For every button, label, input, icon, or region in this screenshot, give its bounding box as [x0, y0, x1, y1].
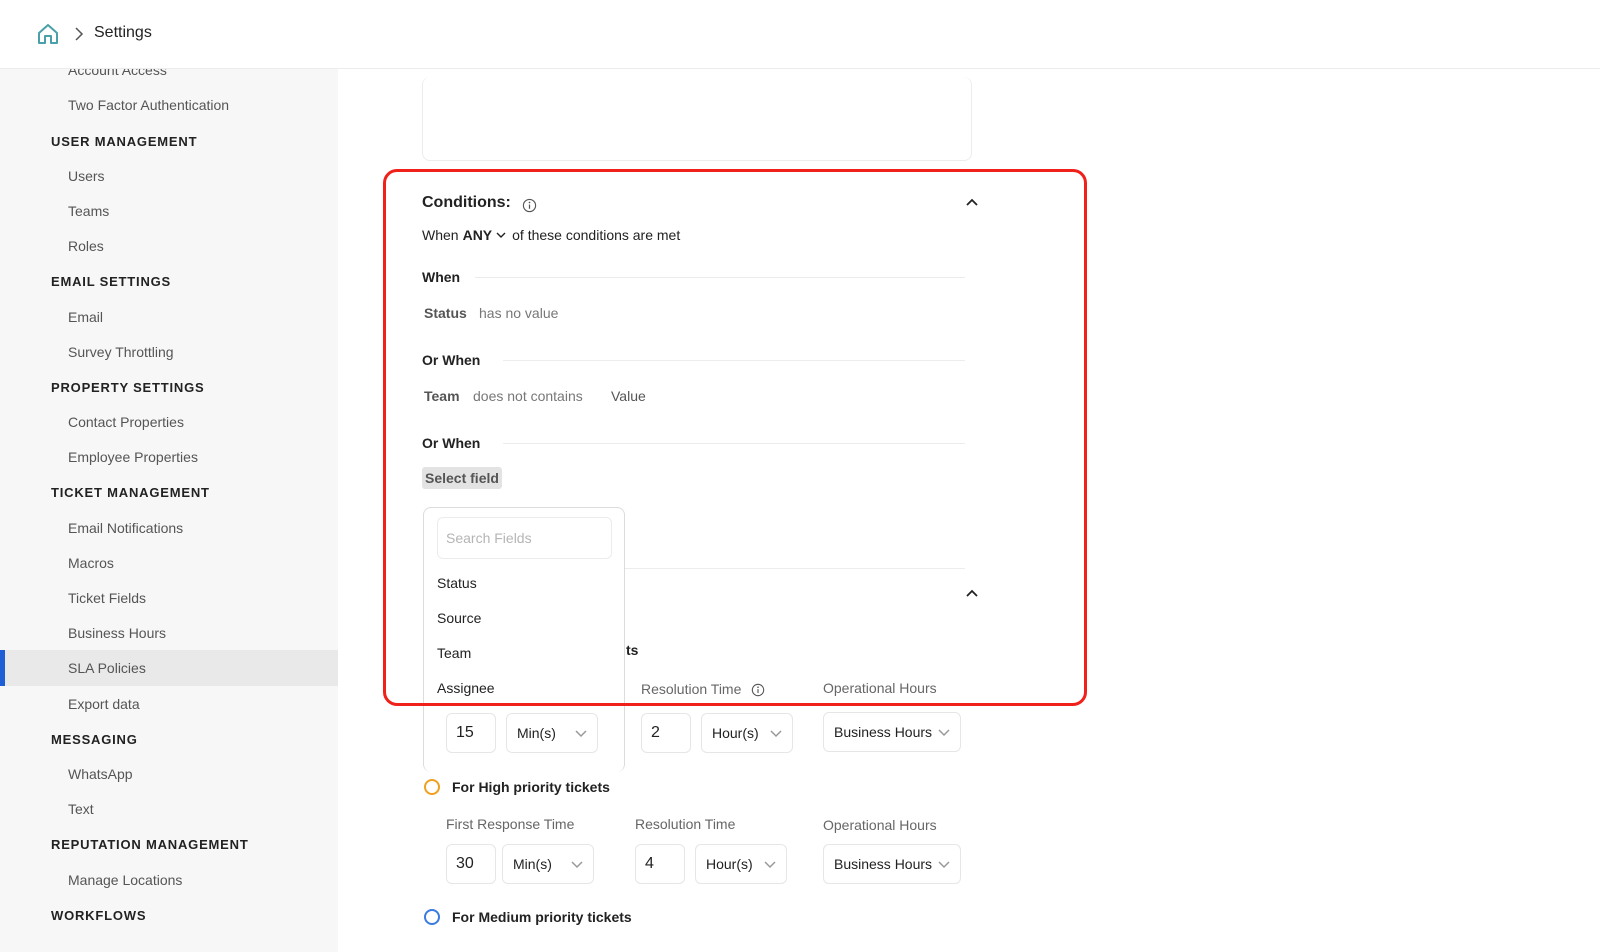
sidebar-item-contact-properties[interactable]: Contact Properties — [0, 404, 338, 440]
high-priority-heading[interactable]: For High priority tickets — [424, 779, 610, 795]
search-fields-input[interactable] — [437, 517, 612, 559]
sidebar-item-employee-properties[interactable]: Employee Properties — [0, 439, 338, 475]
condition-operator[interactable]: does not contains — [473, 388, 583, 404]
sidebar-section-user-management: USER MANAGEMENT — [51, 134, 198, 149]
sidebar-section-ticket-management: TICKET MANAGEMENT — [51, 485, 210, 500]
sidebar-item-roles[interactable]: Roles — [0, 228, 338, 264]
medium-priority-heading[interactable]: For Medium priority tickets — [424, 909, 632, 925]
chevron-down-icon — [571, 861, 583, 869]
condition-field[interactable]: Status — [424, 305, 467, 321]
resolution-time-label: Resolution Time — [635, 816, 736, 832]
match-mode-dropdown[interactable]: ANY — [463, 227, 493, 243]
sidebar-item-email[interactable]: Email — [0, 299, 338, 335]
high-operational-hours-select[interactable]: Business Hours — [823, 844, 961, 884]
dropdown-option-status[interactable]: Status — [437, 575, 477, 591]
main-content: Conditions: When ANY of these conditions… — [338, 69, 1600, 952]
sidebar-item-two-factor-authentication[interactable]: Two Factor Authentication — [0, 87, 338, 123]
sidebar-item-teams[interactable]: Teams — [0, 193, 338, 229]
condition-group-label: Or When — [422, 435, 481, 451]
sidebar-item-sla-policies[interactable]: SLA Policies — [0, 650, 338, 686]
condition-group-label: Or When — [422, 352, 481, 368]
urgent-priority-heading-partial: ts — [626, 642, 639, 658]
dropdown-option-team[interactable]: Team — [437, 645, 471, 661]
sidebar-section-email-settings: EMAIL SETTINGS — [51, 274, 172, 289]
high-first-response-unit-select[interactable]: Min(s) — [502, 844, 594, 884]
operational-hours-label: Operational Hours — [823, 817, 937, 833]
conditions-title: Conditions: — [422, 194, 511, 211]
urgent-resolution-input[interactable]: 2 — [641, 713, 691, 753]
chevron-down-icon — [770, 730, 782, 738]
condition-group-label: When — [422, 269, 461, 285]
sidebar-item-text[interactable]: Text — [0, 791, 338, 827]
sidebar-item-macros[interactable]: Macros — [0, 545, 338, 581]
info-icon[interactable] — [751, 683, 765, 697]
select-field-button[interactable]: Select field — [422, 467, 502, 489]
condition-field[interactable]: Team — [424, 388, 460, 404]
settings-sidebar: Account Access Two Factor Authentication… — [0, 69, 338, 952]
chevron-down-icon — [575, 730, 587, 738]
sidebar-section-reputation-management: REPUTATION MANAGEMENT — [51, 837, 249, 852]
chevron-right-icon — [75, 27, 84, 41]
sidebar-item-users[interactable]: Users — [0, 158, 338, 194]
sidebar-item-export-data[interactable]: Export data — [0, 686, 338, 722]
sidebar-item-survey-throttling[interactable]: Survey Throttling — [0, 334, 338, 370]
sidebar-item-email-notifications[interactable]: Email Notifications — [0, 510, 338, 546]
sidebar-item-account-access[interactable]: Account Access — [0, 69, 338, 88]
sidebar-item-whatsapp[interactable]: WhatsApp — [0, 756, 338, 792]
urgent-first-response-input[interactable]: 15 — [446, 713, 496, 753]
collapse-sla-chevron-up-icon[interactable] — [965, 588, 979, 598]
sidebar-section-workflows: WORKFLOWS — [51, 908, 147, 923]
divider — [503, 360, 965, 361]
urgent-first-response-unit-select[interactable]: Min(s) — [506, 713, 598, 753]
sidebar-item-ticket-fields[interactable]: Ticket Fields — [0, 580, 338, 616]
high-resolution-input[interactable]: 4 — [635, 844, 685, 884]
match-mode-line: When ANY of these conditions are met — [422, 227, 680, 243]
operational-hours-label: Operational Hours — [823, 680, 937, 696]
breadcrumb-current: Settings — [94, 24, 152, 41]
high-priority-radio[interactable] — [424, 779, 440, 795]
chevron-down-icon[interactable] — [496, 231, 506, 239]
urgent-operational-hours-select[interactable]: Business Hours — [823, 712, 961, 752]
sidebar-section-property-settings: PROPERTY SETTINGS — [51, 380, 205, 395]
divider — [503, 443, 965, 444]
dropdown-option-assignee[interactable]: Assignee — [437, 680, 495, 696]
collapse-conditions-chevron-up-icon[interactable] — [965, 197, 979, 207]
divider — [625, 568, 965, 569]
match-prefix: When — [422, 227, 459, 243]
resolution-time-label: Resolution Time — [641, 681, 742, 697]
condition-operator[interactable]: has no value — [479, 305, 558, 321]
match-suffix: of these conditions are met — [512, 227, 681, 243]
top-bar: Settings — [0, 0, 1600, 69]
sidebar-item-business-hours[interactable]: Business Hours — [0, 615, 338, 651]
description-textarea[interactable] — [422, 77, 972, 161]
sidebar-item-manage-locations[interactable]: Manage Locations — [0, 862, 338, 898]
medium-priority-radio[interactable] — [424, 909, 440, 925]
chevron-down-icon — [764, 861, 776, 869]
dropdown-option-source[interactable]: Source — [437, 610, 481, 626]
sidebar-section-messaging: MESSAGING — [51, 732, 138, 747]
high-resolution-unit-select[interactable]: Hour(s) — [695, 844, 787, 884]
first-response-time-label: First Response Time — [446, 816, 575, 832]
condition-value[interactable]: Value — [611, 388, 646, 404]
chevron-down-icon — [938, 861, 950, 869]
home-icon[interactable] — [36, 22, 60, 46]
divider — [475, 277, 965, 278]
chevron-down-icon — [938, 729, 950, 737]
urgent-resolution-unit-select[interactable]: Hour(s) — [701, 713, 793, 753]
info-icon[interactable] — [522, 198, 537, 213]
high-first-response-input[interactable]: 30 — [446, 844, 496, 884]
